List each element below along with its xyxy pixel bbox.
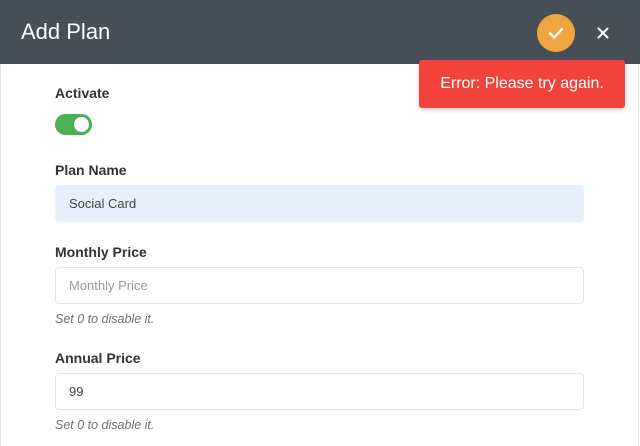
annual-price-hint: Set 0 to disable it. xyxy=(55,418,155,432)
confirm-button[interactable] xyxy=(537,14,575,52)
right-border xyxy=(638,64,639,446)
left-border xyxy=(0,64,1,446)
plan-name-input[interactable] xyxy=(55,185,584,222)
error-toast: Error: Please try again. xyxy=(419,60,625,108)
annual-price-label: Annual Price xyxy=(55,350,141,366)
annual-price-input[interactable] xyxy=(55,373,584,410)
plan-name-label: Plan Name xyxy=(55,162,127,178)
dialog-header: Add Plan xyxy=(0,0,640,64)
activate-toggle[interactable] xyxy=(55,114,92,135)
monthly-price-hint: Set 0 to disable it. xyxy=(55,312,155,326)
dialog-title: Add Plan xyxy=(21,19,111,44)
close-button[interactable] xyxy=(592,22,614,44)
monthly-price-input[interactable] xyxy=(55,267,584,304)
close-icon xyxy=(597,27,609,39)
activate-label: Activate xyxy=(55,85,110,101)
check-icon xyxy=(548,27,564,39)
toggle-knob xyxy=(74,117,89,132)
monthly-price-label: Monthly Price xyxy=(55,244,147,260)
